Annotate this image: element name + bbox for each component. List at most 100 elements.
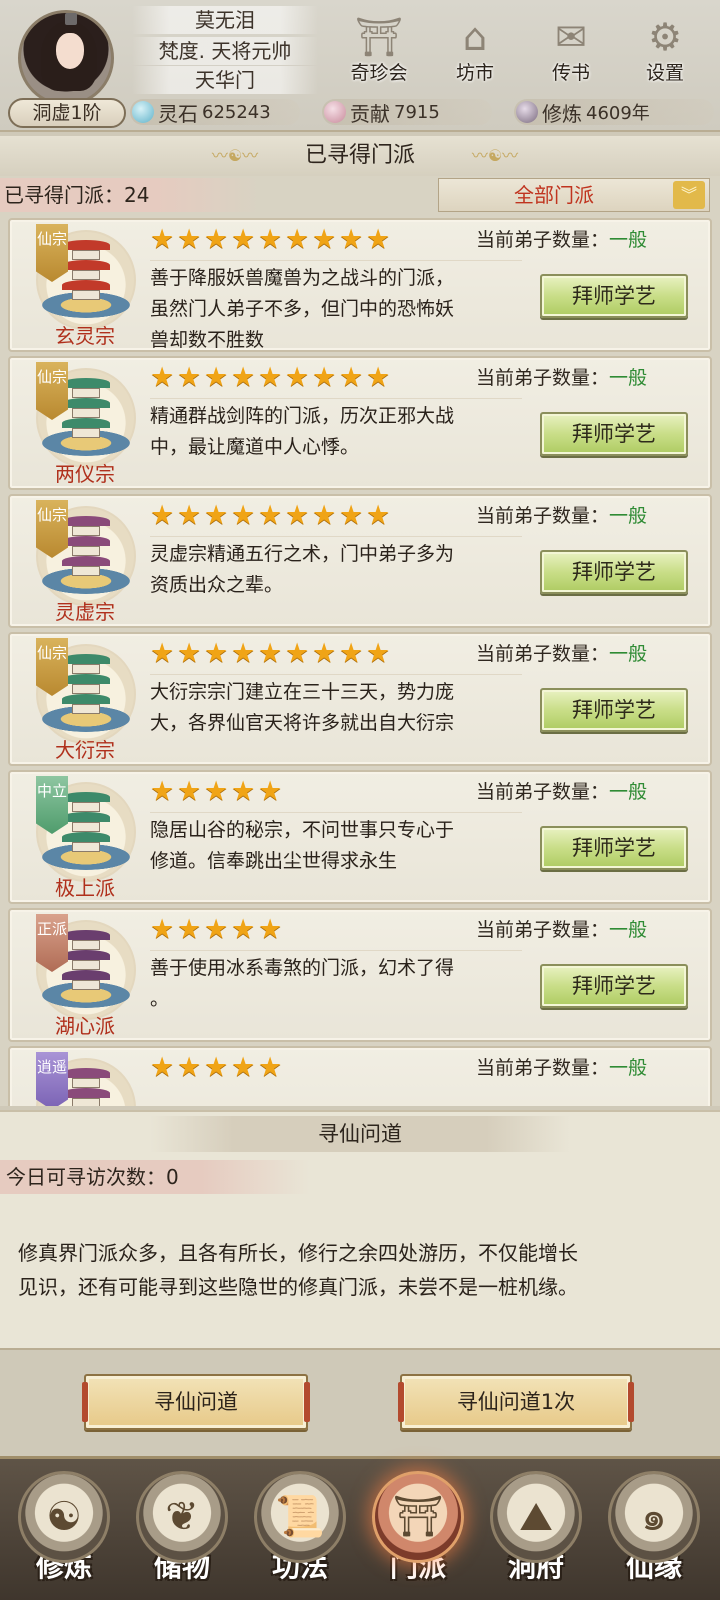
sect-star-rating: ★ ★ ★ ★ ★ bbox=[150, 1054, 285, 1084]
sect-alignment-tag: 仙宗 bbox=[36, 638, 68, 696]
disciple-count-value: 一般 bbox=[609, 919, 648, 941]
player-avatar[interactable]: 洞虚1阶 bbox=[8, 6, 126, 128]
star-icon: ★ bbox=[177, 224, 202, 255]
sect-card[interactable]: 湖心派 正派 ★ ★ ★ ★ ★ 当前弟子数量：一般 善于使用冰系毒煞的门派，幻术了得。拜师学艺 bbox=[8, 908, 712, 1042]
star-icon: ★ bbox=[177, 776, 202, 807]
disciple-count: 当前弟子数量：一般 bbox=[476, 916, 647, 944]
player-sect: 天华门 bbox=[132, 66, 318, 94]
pagoda-icon bbox=[62, 1068, 110, 1106]
apprentice-button[interactable]: 拜师学艺 bbox=[540, 964, 688, 1008]
treasure-pavilion-button[interactable]: ⛩ 奇珍会 bbox=[342, 14, 416, 88]
sect-alignment-tag: 仙宗 bbox=[36, 362, 68, 420]
sect-description-line: 精通群战剑阵的门派，历次正邪大战 bbox=[150, 405, 455, 427]
sect-star-rating: ★ ★ ★ ★ ★ ★ ★ ★ ★ bbox=[150, 226, 393, 256]
sect-description-line: 中，最让魔道中人心悸。 bbox=[150, 436, 360, 458]
nav-storage[interactable]: ❦ 储物 bbox=[126, 1471, 238, 1599]
visits-value: 0 bbox=[166, 1165, 179, 1189]
sect-description: 精通群战剑阵的门派，历次正邪大战 中，最让魔道中人心悸。 bbox=[150, 398, 522, 463]
star-icon: ★ bbox=[285, 638, 310, 669]
market-button[interactable]: ⌂ 坊市 bbox=[438, 14, 512, 88]
nav-sect[interactable]: ⛩ 门派 bbox=[362, 1471, 474, 1599]
star-icon: ★ bbox=[177, 914, 202, 945]
description-line-1: 修真界门派众多，且各有所长，修行之余四处游历，不仅能增长 bbox=[18, 1241, 578, 1265]
sect-card[interactable]: 逍遥 ★ ★ ★ ★ ★ 当前弟子数量：一般 bbox=[8, 1046, 712, 1106]
sect-card[interactable]: 极上派 中立 ★ ★ ★ ★ ★ 当前弟子数量：一般 隐居山谷的秘宗，不问世事只专心于 修道。信奉… bbox=[8, 770, 712, 904]
sect-description-line: 修道。信奉跳出尘世得求永生 bbox=[150, 850, 398, 872]
realm-badge: 洞虚1阶 bbox=[8, 98, 126, 128]
contribution-icon bbox=[324, 101, 346, 123]
sect-description-line: 善于降服妖兽魔兽为之战斗的门派， bbox=[150, 267, 455, 289]
star-icon: ★ bbox=[366, 362, 391, 393]
sect-emblem: 大衍宗 仙宗 bbox=[24, 638, 142, 766]
apprentice-button[interactable]: 拜师学艺 bbox=[540, 550, 688, 594]
star-icon: ★ bbox=[312, 224, 337, 255]
apprentice-button[interactable]: 拜师学艺 bbox=[540, 688, 688, 732]
letters-button[interactable]: ✉ 传书 bbox=[534, 14, 608, 88]
sect-star-rating: ★ ★ ★ ★ ★ ★ ★ ★ ★ bbox=[150, 364, 393, 394]
sect-emblem: 灵虚宗 仙宗 bbox=[24, 500, 142, 628]
chevron-down-icon[interactable]: ︾ bbox=[673, 181, 705, 209]
contribution-label: 贡献 bbox=[350, 101, 390, 126]
star-icon: ★ bbox=[204, 1052, 229, 1083]
star-icon: ★ bbox=[177, 500, 202, 531]
nav-cave[interactable]: ⛰ 洞府 bbox=[480, 1471, 592, 1599]
sect-description: 善于降服妖兽魔兽为之战斗的门派， 虽然门人弟子不多，但门中的恐怖妖 兽却数不胜数 bbox=[150, 260, 522, 356]
contribution-resource: 贡献 7915 bbox=[324, 98, 440, 126]
sect-emblem: 极上派 中立 bbox=[24, 776, 142, 904]
star-icon: ★ bbox=[258, 224, 283, 255]
found-count-label: 已寻得门派： bbox=[4, 183, 124, 207]
star-icon: ★ bbox=[231, 362, 256, 393]
nav-techniques[interactable]: 📜 功法 bbox=[244, 1471, 356, 1599]
treasure-pavilion-icon: ⛩ bbox=[354, 15, 404, 59]
sect-emblem: 两仪宗 仙宗 bbox=[24, 362, 142, 490]
sect-list[interactable]: 玄灵宗 仙宗 ★ ★ ★ ★ ★ ★ ★ ★ ★ 当前弟子数量：一般 善于降服妖兽魔兽为之战斗的门派，虽… bbox=[8, 218, 712, 1106]
sect-filter-dropdown[interactable]: 全部门派 ︾ bbox=[438, 178, 710, 212]
market-icon: ⌂ bbox=[462, 15, 488, 59]
star-icon: ★ bbox=[285, 362, 310, 393]
apprentice-button[interactable]: 拜师学艺 bbox=[540, 826, 688, 870]
disciple-count-label: 当前弟子数量： bbox=[476, 229, 610, 251]
nav-fate[interactable]: ๑ 仙缘 bbox=[598, 1471, 710, 1599]
found-sects-panel: 〰☯〰 已寻得门派 〰☯〰 已寻得门派：24 全部门派 ︾ 玄灵宗 仙宗 ★ ★ ★ ★ ★… bbox=[0, 136, 720, 1106]
disciple-count: 当前弟子数量：一般 bbox=[476, 226, 647, 254]
sect-card[interactable]: 两仪宗 仙宗 ★ ★ ★ ★ ★ ★ ★ ★ ★ 当前弟子数量：一般 精通群战剑阵的门派，历次正邪大战中… bbox=[8, 356, 712, 490]
star-icon: ★ bbox=[150, 638, 175, 669]
technique-scroll-icon: 📜 bbox=[254, 1471, 346, 1563]
sect-card[interactable]: 灵虚宗 仙宗 ★ ★ ★ ★ ★ ★ ★ ★ ★ 当前弟子数量：一般 灵虚宗精通五行之术，门中弟子多为资… bbox=[8, 494, 712, 628]
star-icon: ★ bbox=[312, 500, 337, 531]
treasure-pavilion-label: 奇珍会 bbox=[350, 62, 408, 84]
disciple-count-label: 当前弟子数量： bbox=[476, 1057, 610, 1079]
found-sects-title-bar: 〰☯〰 已寻得门派 〰☯〰 bbox=[0, 136, 720, 176]
spirit-stone-icon bbox=[132, 101, 154, 123]
star-icon: ★ bbox=[231, 224, 256, 255]
settings-button[interactable]: ⚙ 设置 bbox=[628, 14, 702, 88]
cultivation-nav-icon: ☯ bbox=[18, 1471, 110, 1563]
star-icon: ★ bbox=[339, 638, 364, 669]
pagoda-icon bbox=[62, 240, 110, 300]
cloud-ornament-left: 〰☯〰 bbox=[211, 146, 259, 165]
avatar-portrait bbox=[18, 10, 114, 106]
apprentice-button[interactable]: 拜师学艺 bbox=[540, 412, 688, 456]
pagoda-icon bbox=[62, 378, 110, 438]
sect-card[interactable]: 大衍宗 仙宗 ★ ★ ★ ★ ★ ★ ★ ★ ★ 当前弟子数量：一般 大衍宗宗门建立在三十三天，势力庞大… bbox=[8, 632, 712, 766]
sect-name: 灵虚宗 bbox=[55, 600, 115, 624]
player-name: 莫无泪 bbox=[132, 6, 318, 34]
sect-description-line: 善于使用冰系毒煞的门派，幻术了得 bbox=[150, 957, 455, 979]
sect-gate-icon: ⛩ bbox=[372, 1471, 464, 1563]
apprentice-button[interactable]: 拜师学艺 bbox=[540, 274, 688, 318]
disciple-count-label: 当前弟子数量： bbox=[476, 367, 610, 389]
pagoda-icon bbox=[62, 792, 110, 852]
nav-cultivation[interactable]: ☯ 修炼 bbox=[8, 1471, 120, 1599]
sect-alignment-tag: 仙宗 bbox=[36, 500, 68, 558]
star-icon: ★ bbox=[204, 500, 229, 531]
star-icon: ★ bbox=[366, 224, 391, 255]
star-icon: ★ bbox=[177, 638, 202, 669]
seek-immortal-once-button[interactable]: 寻仙问道1次 bbox=[398, 1374, 634, 1430]
disciple-count: 当前弟子数量：一般 bbox=[476, 502, 647, 530]
seek-immortal-panel: 寻仙问道 今日可寻访次数：0 修真界门派众多，且各有所长，修行之余四处游历，不仅… bbox=[0, 1110, 720, 1350]
sect-star-rating: ★ ★ ★ ★ ★ ★ ★ ★ ★ bbox=[150, 502, 393, 532]
disciple-count-value: 一般 bbox=[609, 643, 648, 665]
seek-immortal-button[interactable]: 寻仙问道 bbox=[82, 1374, 310, 1430]
sect-card[interactable]: 玄灵宗 仙宗 ★ ★ ★ ★ ★ ★ ★ ★ ★ 当前弟子数量：一般 善于降服妖兽魔兽为之战斗的门派，虽… bbox=[8, 218, 712, 352]
found-sects-count: 已寻得门派：24 bbox=[0, 178, 260, 212]
